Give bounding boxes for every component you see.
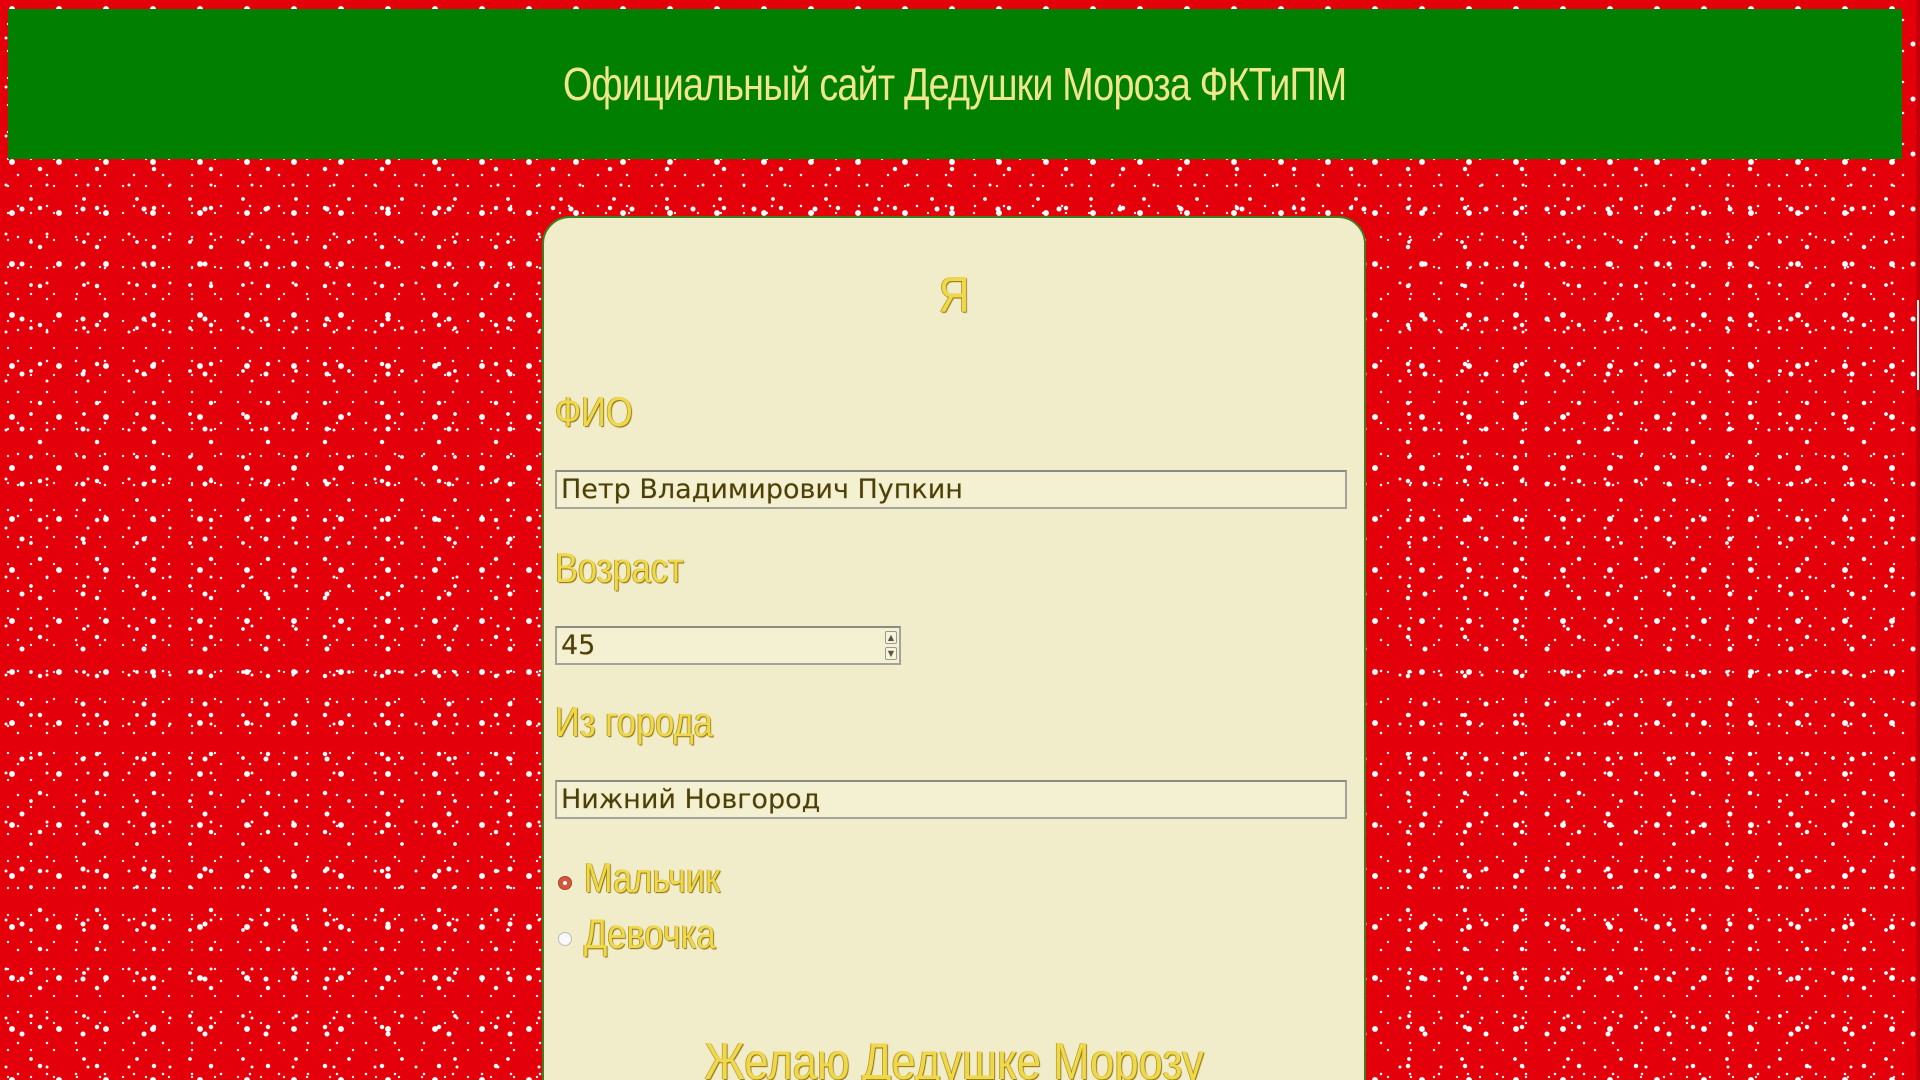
profile-form-card: Я ФИО Петр Владимирович Пупкин Возраст 4… (542, 216, 1366, 1080)
spinner-down-icon[interactable]: ▼ (885, 647, 897, 660)
fio-input[interactable]: Петр Владимирович Пупкин (555, 470, 1347, 509)
age-value: 45 (561, 630, 596, 661)
gender-option-girl[interactable]: Девочка (558, 910, 745, 958)
age-input[interactable]: 45 ▲ ▼ (555, 626, 901, 665)
page-scrollbar[interactable] (1916, 0, 1920, 1080)
wish-heading: Желаю Дедушке Морозу (704, 1033, 1204, 1080)
radio-boy[interactable] (558, 876, 572, 890)
gender-option-boy[interactable]: Мальчик (558, 854, 750, 902)
radio-girl[interactable] (558, 932, 572, 946)
age-label: Возраст (555, 544, 684, 591)
gender-label-boy: Мальчик (584, 854, 721, 901)
age-spinner[interactable]: ▲ ▼ (885, 631, 897, 660)
form-title: Я (938, 267, 970, 323)
gender-label-girl: Девочка (584, 910, 716, 957)
fio-label: ФИО (555, 388, 633, 435)
city-label: Из города (555, 698, 713, 745)
city-input[interactable]: Нижний Новгород (555, 780, 1347, 819)
site-header: Официальный сайт Дедушки Мороза ФКТиПМ (8, 9, 1902, 159)
scrollbar-thumb[interactable] (1917, 300, 1919, 390)
site-title: Официальный сайт Дедушки Мороза ФКТиПМ (563, 58, 1347, 110)
spinner-up-icon[interactable]: ▲ (885, 631, 897, 644)
